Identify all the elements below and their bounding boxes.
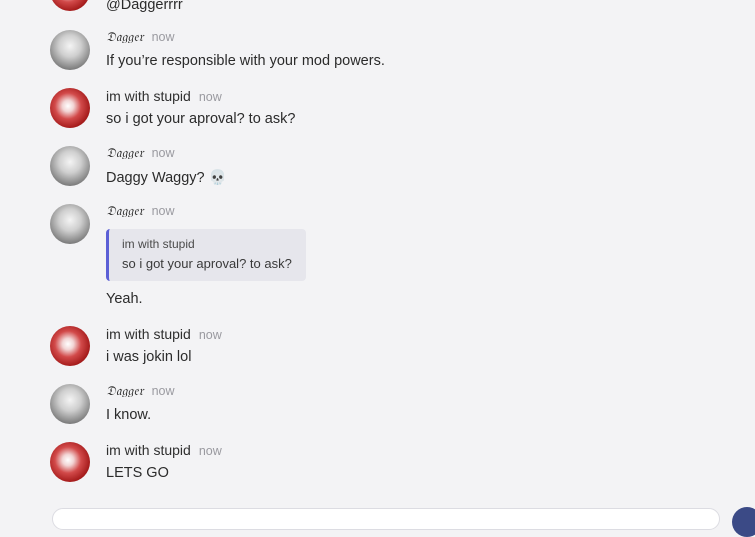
author-name[interactable]: im with stupid: [106, 88, 191, 104]
dagger-avatar-icon[interactable]: [50, 146, 90, 186]
chat-log: @Daggerrrr 𝔇𝔞𝔤𝔤𝔢𝔯 now If you’re responsi…: [0, 0, 755, 537]
stupid-avatar-icon[interactable]: [50, 442, 90, 482]
timestamp: now: [151, 30, 175, 44]
message-text: Daggy Waggy? 💀: [106, 170, 227, 186]
reply-quote[interactable]: im with stupid so i got your aproval? to…: [106, 229, 306, 281]
author-name[interactable]: im with stupid: [106, 442, 191, 458]
timestamp: now: [151, 384, 175, 398]
stupid-avatar-icon[interactable]: [50, 88, 90, 128]
stupid-avatar-icon[interactable]: [50, 0, 90, 11]
message-text: Yeah.: [106, 291, 143, 307]
author-name[interactable]: 𝔇𝔞𝔤𝔤𝔢𝔯: [106, 30, 144, 45]
timestamp: now: [151, 146, 175, 160]
author-name[interactable]: 𝔇𝔞𝔤𝔤𝔢𝔯: [106, 384, 144, 399]
timestamp: now: [198, 90, 222, 104]
message-text: so i got your aproval? to ask?: [106, 111, 296, 127]
timestamp: now: [198, 444, 222, 458]
quote-text: so i got your aproval? to ask?: [122, 256, 292, 271]
message-text: LETS GO: [106, 465, 169, 481]
dagger-avatar-icon[interactable]: [50, 30, 90, 70]
author-name[interactable]: im with stupid: [106, 326, 191, 342]
message-text: If you’re responsible with your mod powe…: [106, 53, 385, 69]
quote-author: im with stupid: [122, 237, 195, 251]
dagger-avatar-icon[interactable]: [50, 384, 90, 424]
author-name[interactable]: 𝔇𝔞𝔤𝔤𝔢𝔯: [106, 146, 144, 161]
author-name[interactable]: 𝔇𝔞𝔤𝔤𝔢𝔯: [106, 204, 144, 219]
stupid-avatar-icon[interactable]: [50, 326, 90, 366]
timestamp: now: [198, 328, 222, 342]
message-text: I know.: [106, 407, 152, 423]
message-text: i was jokin lol: [106, 349, 192, 365]
timestamp: now: [151, 204, 175, 218]
dagger-avatar-icon[interactable]: [50, 204, 90, 244]
message-input[interactable]: [52, 508, 720, 530]
send-button[interactable]: [732, 507, 755, 537]
message-text: @Daggerrrr: [106, 0, 183, 13]
